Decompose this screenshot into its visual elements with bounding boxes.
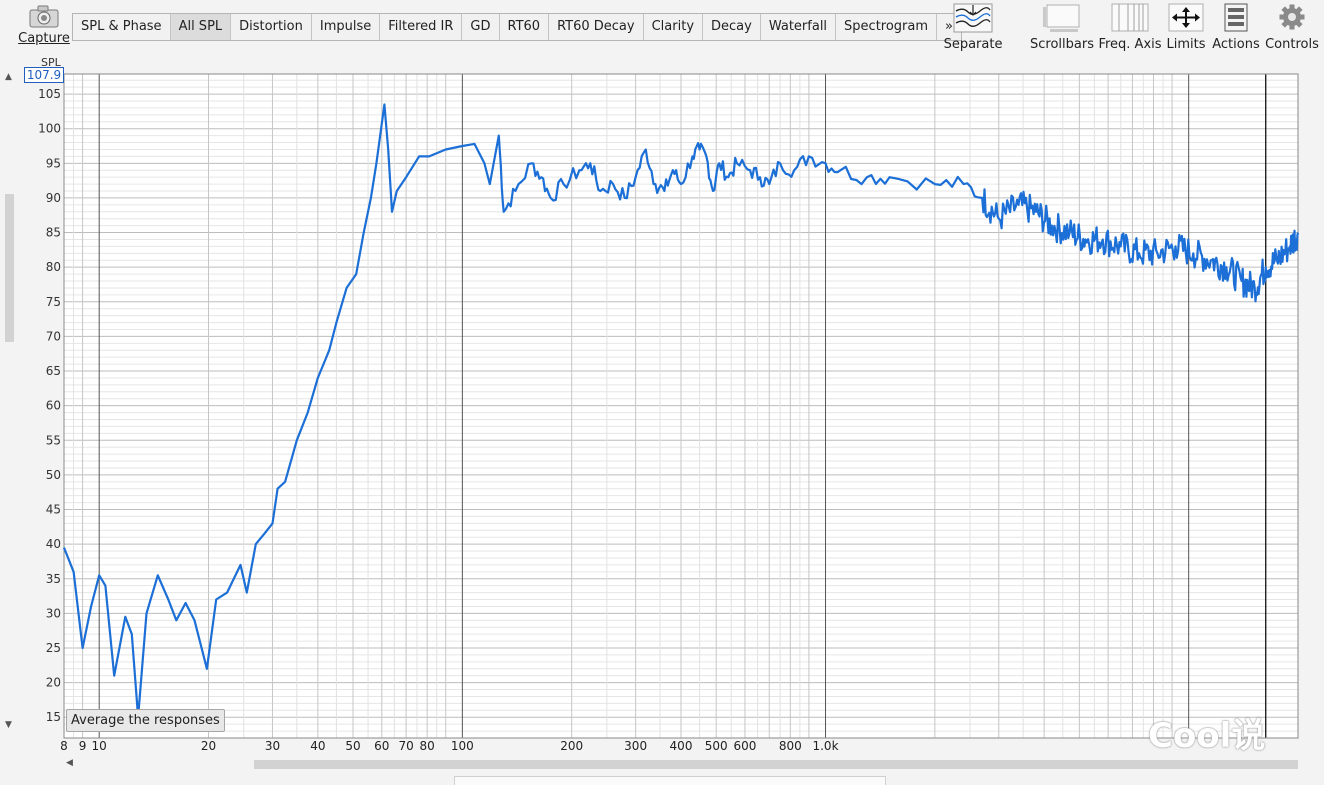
scroll-left-icon[interactable]: ◀: [66, 758, 73, 768]
x-tick-label: 200: [560, 739, 583, 753]
horizontal-scrollbar[interactable]: ◀: [64, 758, 1300, 770]
tab-5[interactable]: GD: [462, 14, 500, 40]
y-tick-label: 30: [46, 606, 61, 620]
tab-0[interactable]: SPL & Phase: [73, 14, 171, 40]
y-tick-label: 75: [46, 295, 61, 309]
y-tick-label: 25: [46, 641, 61, 655]
x-tick-label: 80: [420, 739, 435, 753]
tab-3[interactable]: Impulse: [312, 14, 381, 40]
watermark: Cool说: [1148, 716, 1266, 756]
x-tick-label: 800: [779, 739, 802, 753]
x-tick-label: 10: [92, 739, 107, 753]
y-tick-label: 90: [46, 191, 61, 205]
y-readout-value[interactable]: 107.9: [24, 67, 64, 83]
frequency-axis-icon: [1111, 3, 1149, 32]
separate-traces-icon: [953, 3, 993, 33]
y-tick-label: 35: [46, 572, 61, 586]
y-tick-label: 65: [46, 364, 61, 378]
gear-icon: [1279, 4, 1305, 30]
x-tick-label: 9: [79, 739, 87, 753]
tab-7[interactable]: RT60 Decay: [549, 14, 644, 40]
y-tick-label: 70: [46, 329, 61, 343]
freq-axis-button[interactable]: Freq. Axis: [1098, 3, 1162, 52]
x-tick-label: 1.0k: [812, 739, 838, 753]
x-tick-label: 8: [60, 739, 68, 753]
actions-button[interactable]: Actions: [1211, 3, 1261, 52]
limits-label: Limits: [1166, 37, 1206, 52]
freq-axis-label: Freq. Axis: [1098, 37, 1162, 52]
tab-4[interactable]: Filtered IR: [380, 14, 463, 40]
controls-label: Controls: [1265, 37, 1319, 52]
controls-button[interactable]: Controls: [1263, 3, 1321, 52]
toolbar: Capture SPL & Phase All SPL Distortion Impu…: [0, 0, 1324, 60]
tab-9[interactable]: Decay: [703, 14, 761, 40]
x-tick-label: 600: [733, 739, 756, 753]
limits-arrows-icon: [1168, 3, 1204, 32]
scrollbars-label: Scrollbars: [1030, 37, 1094, 52]
spl-chart[interactable]: 1520253035404550556065707580859095100105…: [0, 56, 1324, 758]
tab-8[interactable]: Clarity: [644, 14, 704, 40]
y-tick-label: 55: [46, 433, 61, 447]
x-tick-label: 60: [374, 739, 389, 753]
x-tick-label: 500: [705, 739, 728, 753]
x-tick-label: 70: [398, 739, 413, 753]
capture-label: Capture: [18, 31, 70, 46]
y-tick-label: 40: [46, 537, 61, 551]
x-tick-label: 100: [451, 739, 474, 753]
tab-1[interactable]: All SPL: [170, 14, 232, 40]
separate-label: Separate: [943, 37, 1003, 52]
scrollbars-icon: [1043, 4, 1080, 32]
tab-10[interactable]: Waterfall: [761, 14, 837, 40]
average-responses-button[interactable]: Average the responses: [66, 709, 225, 732]
y-tick-label: 85: [46, 226, 61, 240]
y-tick-label: 20: [46, 676, 61, 690]
y-tick-label: 105: [38, 87, 61, 101]
capture-button[interactable]: Capture: [18, 4, 70, 46]
scrollbars-button[interactable]: Scrollbars: [1028, 3, 1096, 52]
x-tick-label: 20: [201, 739, 216, 753]
tab-11[interactable]: Spectrogram: [836, 14, 938, 40]
x-tick-label: 40: [310, 739, 325, 753]
limits-button[interactable]: Limits: [1165, 3, 1207, 52]
horizontal-scroll-thumb[interactable]: [254, 760, 1298, 769]
actions-menu-icon: [1224, 3, 1248, 32]
tab-bar: SPL & Phase All SPL Distortion Impulse Filte…: [72, 13, 963, 41]
y-tick-label: 80: [46, 260, 61, 274]
tab-6[interactable]: RT60: [500, 14, 550, 40]
x-tick-label: 400: [670, 739, 693, 753]
actions-label: Actions: [1212, 37, 1260, 52]
x-tick-label: 300: [624, 739, 647, 753]
y-tick-label: 15: [46, 710, 61, 724]
y-tick-label: 60: [46, 399, 61, 413]
x-tick-label: 30: [265, 739, 280, 753]
camera-icon: [29, 5, 59, 28]
y-tick-label: 50: [46, 468, 61, 482]
x-tick-label: 50: [345, 739, 360, 753]
y-tick-label: 45: [46, 503, 61, 517]
y-tick-label: 95: [46, 156, 61, 170]
y-tick-label: 100: [38, 122, 61, 136]
tab-2[interactable]: Distortion: [231, 14, 312, 40]
separate-button[interactable]: Separate: [940, 3, 1006, 52]
